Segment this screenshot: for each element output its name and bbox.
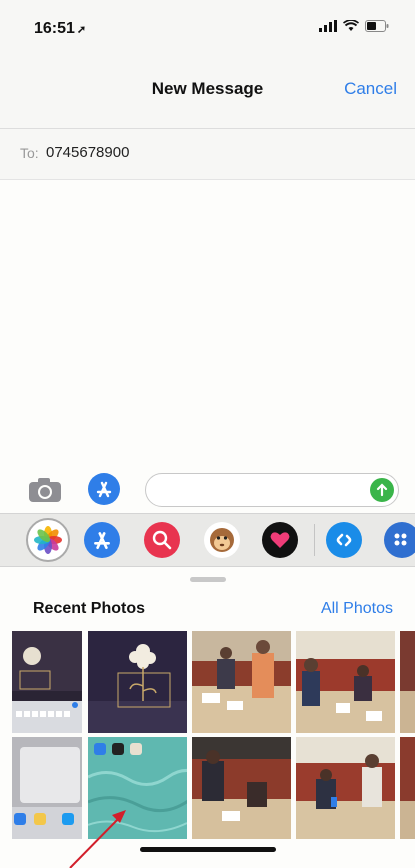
panel-grabber[interactable] [190,577,226,582]
status-time: 16:51 ➚ [34,20,86,38]
composer-row [0,470,415,510]
app-drawer [0,513,415,567]
message-input[interactable] [145,473,399,507]
navigation-bar: New Message Cancel [0,52,415,129]
app-store-drawer-button[interactable] [84,522,120,558]
photo-thumbnail[interactable] [12,737,82,839]
photos-header: Recent Photos All Photos [0,600,415,624]
signal-icon [319,20,337,32]
workshop-thumbnail-2 [296,631,395,733]
recent-photos-title: Recent Photos [33,600,146,617]
phone-screenshot-thumbnail [12,631,82,733]
drawer-divider [314,524,315,556]
animoji-icon [210,528,234,552]
animoji-button[interactable] [204,522,240,558]
cushion-flower-thumbnail [88,631,187,733]
water-wallpaper-thumbnail [88,737,187,839]
image-search-button[interactable] [144,522,180,558]
workshop-thumbnail-1 [192,631,291,733]
image-search-icon [152,530,172,550]
digital-touch-button[interactable] [262,522,298,558]
more-apps-icon [394,533,407,546]
photo-thumbnail[interactable] [296,737,395,839]
send-arrow-icon [376,483,388,497]
location-arrow-icon: ➚ [76,24,87,36]
status-icons [319,20,389,32]
digital-touch-icon [270,532,290,548]
more-apps-button[interactable] [384,522,415,558]
battery-icon [365,20,389,32]
workshop-thumbnail-3 [192,737,291,839]
photo-thumbnail[interactable] [88,631,187,733]
photo-thumbnail[interactable] [192,631,291,733]
recipient-field[interactable]: To: 0745678900 [0,129,415,180]
camera-icon[interactable] [27,476,63,504]
status-time-text: 16:51 [34,20,75,37]
send-button[interactable] [370,478,394,502]
recipient-label: To: [20,145,39,161]
partial-thumbnail-2 [400,737,415,839]
photo-thumbnail[interactable] [88,737,187,839]
photos-app-icon [34,526,62,554]
photo-grid [12,631,415,839]
wifi-icon [343,20,359,31]
photos-app-button[interactable] [26,518,70,562]
app-switcher-thumbnail [12,737,82,839]
photo-thumbnail[interactable] [400,631,415,733]
app-store-icon [94,532,110,550]
status-bar: 16:51 ➚ [0,0,415,52]
partial-thumbnail-1 [400,631,415,733]
photo-thumbnail[interactable] [296,631,395,733]
photo-thumbnail[interactable] [400,737,415,839]
app-store-button[interactable] [88,473,120,505]
photo-thumbnail[interactable] [12,631,82,733]
photo-thumbnail[interactable] [192,737,291,839]
all-photos-link[interactable]: All Photos [321,600,393,618]
recipient-value[interactable]: 0745678900 [46,144,129,161]
cancel-button[interactable]: Cancel [344,79,397,99]
app-store-icon [96,481,112,498]
home-indicator[interactable] [140,847,276,852]
shazam-icon [336,533,352,547]
workshop-thumbnail-4 [296,737,395,839]
shazam-button[interactable] [326,522,362,558]
